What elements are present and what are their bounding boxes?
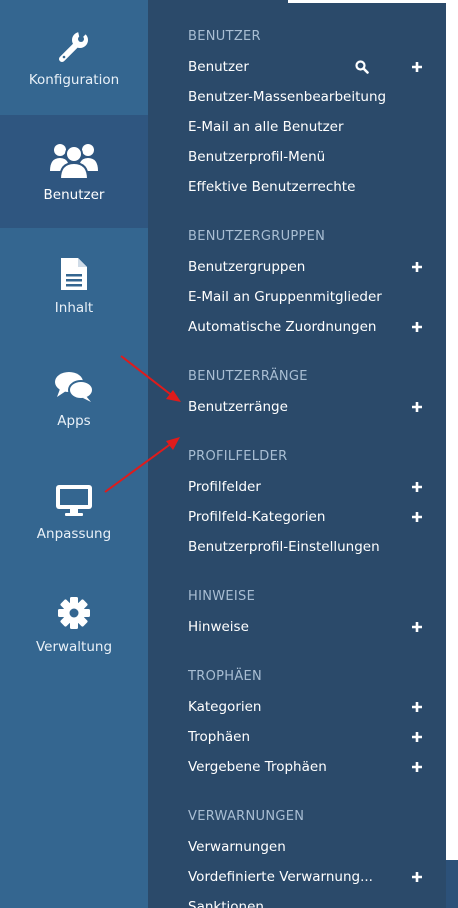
nav-anpassung[interactable]: Anpassung <box>0 454 148 567</box>
menu-item-benutzerraenge[interactable]: Benutzerränge <box>188 397 446 427</box>
menu-item-label: Benutzer <box>188 59 249 75</box>
gear-icon <box>57 595 91 631</box>
menu-item-verwarnungen[interactable]: Verwarnungen <box>188 837 446 867</box>
menu-item-label: Automatische Zuordnungen <box>188 319 377 335</box>
add-plus-icon[interactable] <box>408 758 426 776</box>
menu-item-benutzergruppen[interactable]: Benutzergruppen <box>188 257 446 287</box>
menu-item-label: Benutzergruppen <box>188 259 306 275</box>
main-nav-rail: Konfiguration Benutzer Inhalt Apps Anpas… <box>0 0 148 908</box>
menu-item-label: Effektive Benutzerrechte <box>188 179 356 195</box>
nav-label: Konfiguration <box>28 72 120 88</box>
add-plus-icon[interactable] <box>408 508 426 526</box>
section-title: BENUTZER <box>188 29 261 44</box>
panel-top-edge <box>288 0 446 3</box>
nav-label: Benutzer <box>43 187 105 203</box>
menu-item-label: Trophäen <box>188 729 251 745</box>
menu-item-benutzer[interactable]: Benutzer <box>188 57 446 87</box>
section-benutzergruppen: BENUTZERGRUPPEN Benutzergruppen E-Mail a… <box>188 227 446 347</box>
nav-inhalt[interactable]: Inhalt <box>0 228 148 341</box>
menu-item-vordefinierte-verwarnung[interactable]: Vordefinierte Verwarnung... <box>188 867 446 897</box>
section-title: PROFILFELDER <box>188 449 288 464</box>
menu-item-label: E-Mail an Gruppenmitglieder <box>188 289 382 305</box>
add-plus-icon[interactable] <box>408 728 426 746</box>
menu-item-effektive-benutzerrechte[interactable]: Effektive Benutzerrechte <box>188 177 446 207</box>
nav-label: Anpassung <box>36 526 112 542</box>
menu-item-benutzer-massenbearbeitung[interactable]: Benutzer-Massenbearbeitung <box>188 87 446 117</box>
nav-apps[interactable]: Apps <box>0 341 148 454</box>
section-verwarnungen: VERWARNUNGEN Verwarnungen Vordefinierte … <box>188 807 446 908</box>
nav-benutzer[interactable]: Benutzer <box>0 115 148 228</box>
content-edge <box>446 0 458 908</box>
menu-item-vergebene-trophaeen[interactable]: Vergebene Trophäen <box>188 757 446 787</box>
menu-item-kategorien[interactable]: Kategorien <box>188 697 446 727</box>
menu-item-label: Profilfeld-Kategorien <box>188 509 326 525</box>
menu-item-label: Benutzerränge <box>188 399 288 415</box>
chat-bubbles-icon <box>54 369 94 405</box>
menu-item-email-alle-benutzer[interactable]: E-Mail an alle Benutzer <box>188 117 446 147</box>
users-icon <box>48 143 100 180</box>
menu-item-benutzerprofil-menue[interactable]: Benutzerprofil-Menü <box>188 147 446 177</box>
menu-item-label: Benutzerprofil-Einstellungen <box>188 539 380 555</box>
menu-item-email-gruppenmitglieder[interactable]: E-Mail an Gruppenmitglieder <box>188 287 446 317</box>
nav-verwaltung[interactable]: Verwaltung <box>0 567 148 680</box>
content-edge-bottom <box>446 860 458 908</box>
menu-item-profilfeld-kategorien[interactable]: Profilfeld-Kategorien <box>188 507 446 537</box>
menu-item-hinweise[interactable]: Hinweise <box>188 617 446 647</box>
menu-item-automatische-zuordnungen[interactable]: Automatische Zuordnungen <box>188 317 446 347</box>
nav-konfiguration[interactable]: Konfiguration <box>0 0 148 113</box>
menu-item-label: Profilfelder <box>188 479 261 495</box>
add-plus-icon[interactable] <box>408 618 426 636</box>
section-profilfelder: PROFILFELDER Profilfelder Profilfeld-Kat… <box>188 447 446 567</box>
add-plus-icon[interactable] <box>408 398 426 416</box>
section-title: VERWARNUNGEN <box>188 809 305 824</box>
section-title: BENUTZERGRUPPEN <box>188 229 326 244</box>
menu-item-sanktionen[interactable]: Sanktionen <box>188 897 446 908</box>
document-icon <box>59 256 89 292</box>
add-plus-icon[interactable] <box>408 478 426 496</box>
add-plus-icon[interactable] <box>408 258 426 276</box>
section-benutzer: BENUTZER Benutzer Benutzer-Massenbearbei… <box>188 27 446 207</box>
nav-label: Verwaltung <box>35 639 113 655</box>
menu-item-label: Benutzerprofil-Menü <box>188 149 326 165</box>
submenu-panel: BENUTZER Benutzer Benutzer-Massenbearbei… <box>148 0 446 908</box>
wrench-icon <box>57 28 91 64</box>
add-plus-icon[interactable] <box>408 318 426 336</box>
section-benutzerraenge: BENUTZERRÄNGE Benutzerränge <box>188 367 446 427</box>
menu-item-label: Vergebene Trophäen <box>188 759 327 775</box>
menu-item-profilfelder[interactable]: Profilfelder <box>188 477 446 507</box>
add-plus-icon[interactable] <box>408 698 426 716</box>
menu-item-label: Hinweise <box>188 619 249 635</box>
section-hinweise: HINWEISE Hinweise <box>188 587 446 647</box>
monitor-icon <box>54 482 94 518</box>
section-title: HINWEISE <box>188 589 256 604</box>
search-icon[interactable] <box>353 58 371 76</box>
section-title: TROPHÄEN <box>188 669 263 684</box>
menu-item-label: Verwarnungen <box>188 839 286 855</box>
menu-item-benutzerprofil-einstellungen[interactable]: Benutzerprofil-Einstellungen <box>188 537 446 567</box>
menu-item-label: Sanktionen <box>188 899 264 908</box>
menu-item-trophaeen[interactable]: Trophäen <box>188 727 446 757</box>
menu-item-label: E-Mail an alle Benutzer <box>188 119 344 135</box>
section-trophaeen: TROPHÄEN Kategorien Trophäen Vergebene T… <box>188 667 446 787</box>
section-title: BENUTZERRÄNGE <box>188 369 308 384</box>
menu-item-label: Vordefinierte Verwarnung... <box>188 869 373 885</box>
nav-label: Apps <box>57 413 91 429</box>
add-plus-icon[interactable] <box>408 868 426 886</box>
nav-label: Inhalt <box>54 300 94 316</box>
menu-item-label: Benutzer-Massenbearbeitung <box>188 89 387 105</box>
menu-item-label: Kategorien <box>188 699 262 715</box>
add-plus-icon[interactable] <box>408 58 426 76</box>
